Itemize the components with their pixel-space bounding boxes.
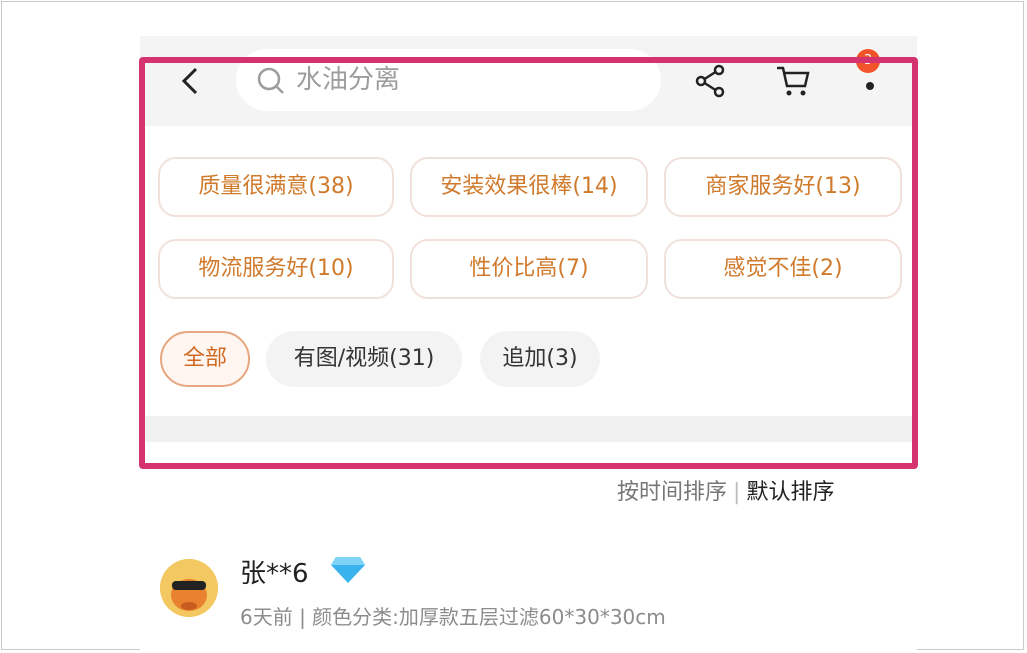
sort-default[interactable]: 默认排序 (746, 480, 834, 505)
diamond-icon (331, 557, 365, 583)
review-meta: 6天前 | 颜色分类:加厚款五层过滤60*30*30cm (240, 605, 666, 629)
sort-by-time[interactable]: 按时间排序 (617, 480, 727, 505)
sort-separator: | (733, 480, 741, 505)
avatar-image (160, 559, 218, 617)
avatar[interactable] (160, 559, 218, 617)
sort-bar: 按时间排序 | 默认排序 (617, 474, 834, 506)
review-item: 张**6 6天前 | 颜色分类:加厚款五层过滤60*30*30cm (160, 545, 860, 645)
highlight-annotation (139, 57, 918, 469)
review-username: 张**6 (240, 559, 309, 589)
